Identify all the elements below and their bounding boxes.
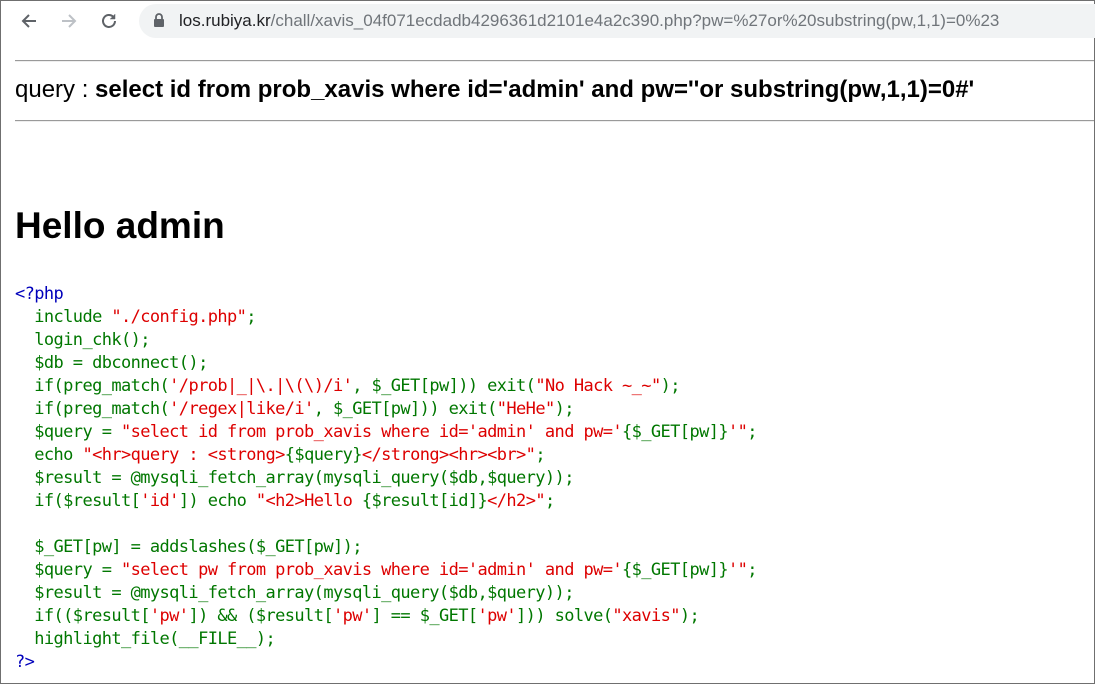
code-token: if(($result[ bbox=[15, 606, 150, 626]
code-token: '/regex|like/i' bbox=[169, 399, 314, 419]
code-token: ; bbox=[246, 307, 256, 327]
query-text: select id from prob_xavis where id='admi… bbox=[95, 76, 975, 103]
code-token: $query = bbox=[15, 422, 121, 442]
hello-heading: Hello admin bbox=[15, 205, 225, 246]
url-path: /chall/xavis_04f071ecdadb4296361d2101e4a… bbox=[270, 11, 1000, 30]
code-token: "./config.php" bbox=[111, 307, 247, 327]
code-token: $db = dbconnect(); bbox=[15, 353, 208, 373]
code-token: '" bbox=[727, 422, 748, 442]
code-token: "HeHe" bbox=[496, 399, 555, 419]
code-line: if($result['id']) echo "<h2>Hello {$resu… bbox=[15, 490, 757, 513]
code-token: , $_GET[pw])) exit( bbox=[313, 399, 498, 419]
code-line: highlight_file(__FILE__); bbox=[15, 628, 757, 651]
code-token: ]) echo bbox=[178, 491, 256, 511]
code-token: "select pw from prob_xavis where id='adm… bbox=[120, 560, 623, 580]
code-token: ]) && ($result[ bbox=[188, 606, 333, 626]
code-token: "No Hack ~_~" bbox=[535, 376, 661, 396]
back-button[interactable] bbox=[17, 9, 41, 33]
code-line: $query = "select id from prob_xavis wher… bbox=[15, 421, 757, 444]
code-token: ; bbox=[544, 491, 555, 511]
code-token: '/prob|_|\.|\(\)/i' bbox=[169, 376, 353, 396]
code-token: </strong><hr><br>" bbox=[361, 445, 536, 465]
arrow-left-icon bbox=[19, 11, 39, 31]
code-token: '" bbox=[727, 560, 748, 580]
browser-toolbar: los.rubiya.kr/chall/xavis_04f071ecdadb42… bbox=[1, 1, 1095, 42]
code-token: 'pw' bbox=[477, 606, 517, 626]
code-line: if(($result['pw']) && ($result['pw'] == … bbox=[15, 605, 757, 628]
code-token: "<hr>query : <strong> bbox=[82, 445, 285, 465]
code-token: ); bbox=[679, 606, 700, 626]
code-line: <?php bbox=[15, 283, 757, 306]
url-host: los.rubiya.kr bbox=[179, 11, 271, 30]
code-token: "xavis" bbox=[612, 606, 680, 626]
code-line: $result = @mysqli_fetch_array(mysqli_que… bbox=[15, 467, 757, 490]
code-token: ); bbox=[554, 399, 575, 419]
code-line: $query = "select pw from prob_xavis wher… bbox=[15, 559, 757, 582]
divider bbox=[15, 120, 1094, 122]
code-token: if(preg_match( bbox=[15, 399, 170, 419]
code-token: $query = bbox=[15, 560, 121, 580]
code-token: ] == $_GET[ bbox=[371, 606, 479, 626]
code-token: if($result[ bbox=[15, 491, 141, 511]
code-token: 'pw' bbox=[149, 606, 189, 626]
code-line: $db = dbconnect(); bbox=[15, 352, 757, 375]
code-token: ])) solve( bbox=[516, 606, 613, 626]
code-token: "<h2>Hello bbox=[255, 491, 362, 511]
reload-button[interactable] bbox=[97, 9, 121, 33]
query-line: query : select id from prob_xavis where … bbox=[15, 76, 974, 104]
code-token: </h2>" bbox=[487, 491, 545, 511]
code-token: <?php bbox=[15, 284, 64, 304]
code-token: login_chk(); bbox=[15, 330, 150, 350]
code-token: echo bbox=[15, 445, 83, 465]
code-token: $result = @mysqli_fetch_array(mysqli_que… bbox=[15, 468, 574, 488]
code-token: {$_GET[pw]} bbox=[622, 560, 729, 580]
code-line: include "./config.php"; bbox=[15, 306, 757, 329]
code-token: ; bbox=[535, 445, 545, 465]
code-token: ); bbox=[660, 376, 681, 396]
code-token: "select id from prob_xavis where id='adm… bbox=[120, 422, 623, 442]
arrow-right-icon bbox=[59, 11, 79, 31]
divider bbox=[15, 60, 1094, 62]
code-line: ?> bbox=[15, 651, 757, 674]
code-token: {$_GET[pw]} bbox=[622, 422, 729, 442]
code-token: ; bbox=[747, 560, 757, 580]
code-token: $_GET[pw] = addslashes($_GET[pw]); bbox=[15, 537, 362, 557]
code-token: 'id' bbox=[140, 491, 179, 511]
lock-icon[interactable] bbox=[153, 13, 165, 32]
code-token: {$result[id]} bbox=[361, 491, 488, 511]
code-token: {$query} bbox=[284, 445, 363, 465]
code-line: if(preg_match('/prob|_|\.|\(\)/i', $_GET… bbox=[15, 375, 757, 398]
url-text[interactable]: los.rubiya.kr/chall/xavis_04f071ecdadb42… bbox=[179, 11, 999, 31]
source-code: <?php include "./config.php"; login_chk(… bbox=[15, 283, 757, 674]
code-line: echo "<hr>query : <strong>{$query}</stro… bbox=[15, 444, 757, 467]
reload-icon bbox=[99, 11, 119, 31]
forward-button[interactable] bbox=[57, 9, 81, 33]
code-token: $result = @mysqli_fetch_array(mysqli_que… bbox=[15, 583, 574, 603]
code-line: if(preg_match('/regex|like/i', $_GET[pw]… bbox=[15, 398, 757, 421]
code-token: , $_GET[pw])) exit( bbox=[352, 376, 536, 396]
code-token: if(preg_match( bbox=[15, 376, 170, 396]
query-label: query : bbox=[15, 76, 96, 103]
code-line: $result = @mysqli_fetch_array(mysqli_que… bbox=[15, 582, 757, 605]
code-line: $_GET[pw] = addslashes($_GET[pw]); bbox=[15, 536, 757, 559]
code-token: ; bbox=[747, 422, 757, 442]
code-token: ?> bbox=[15, 652, 35, 672]
code-line: login_chk(); bbox=[15, 329, 757, 352]
code-token: include bbox=[15, 307, 112, 327]
code-token: 'pw' bbox=[332, 606, 372, 626]
code-token: highlight_file(__FILE__); bbox=[15, 629, 276, 649]
address-bar[interactable]: los.rubiya.kr/chall/xavis_04f071ecdadb42… bbox=[139, 4, 1095, 38]
